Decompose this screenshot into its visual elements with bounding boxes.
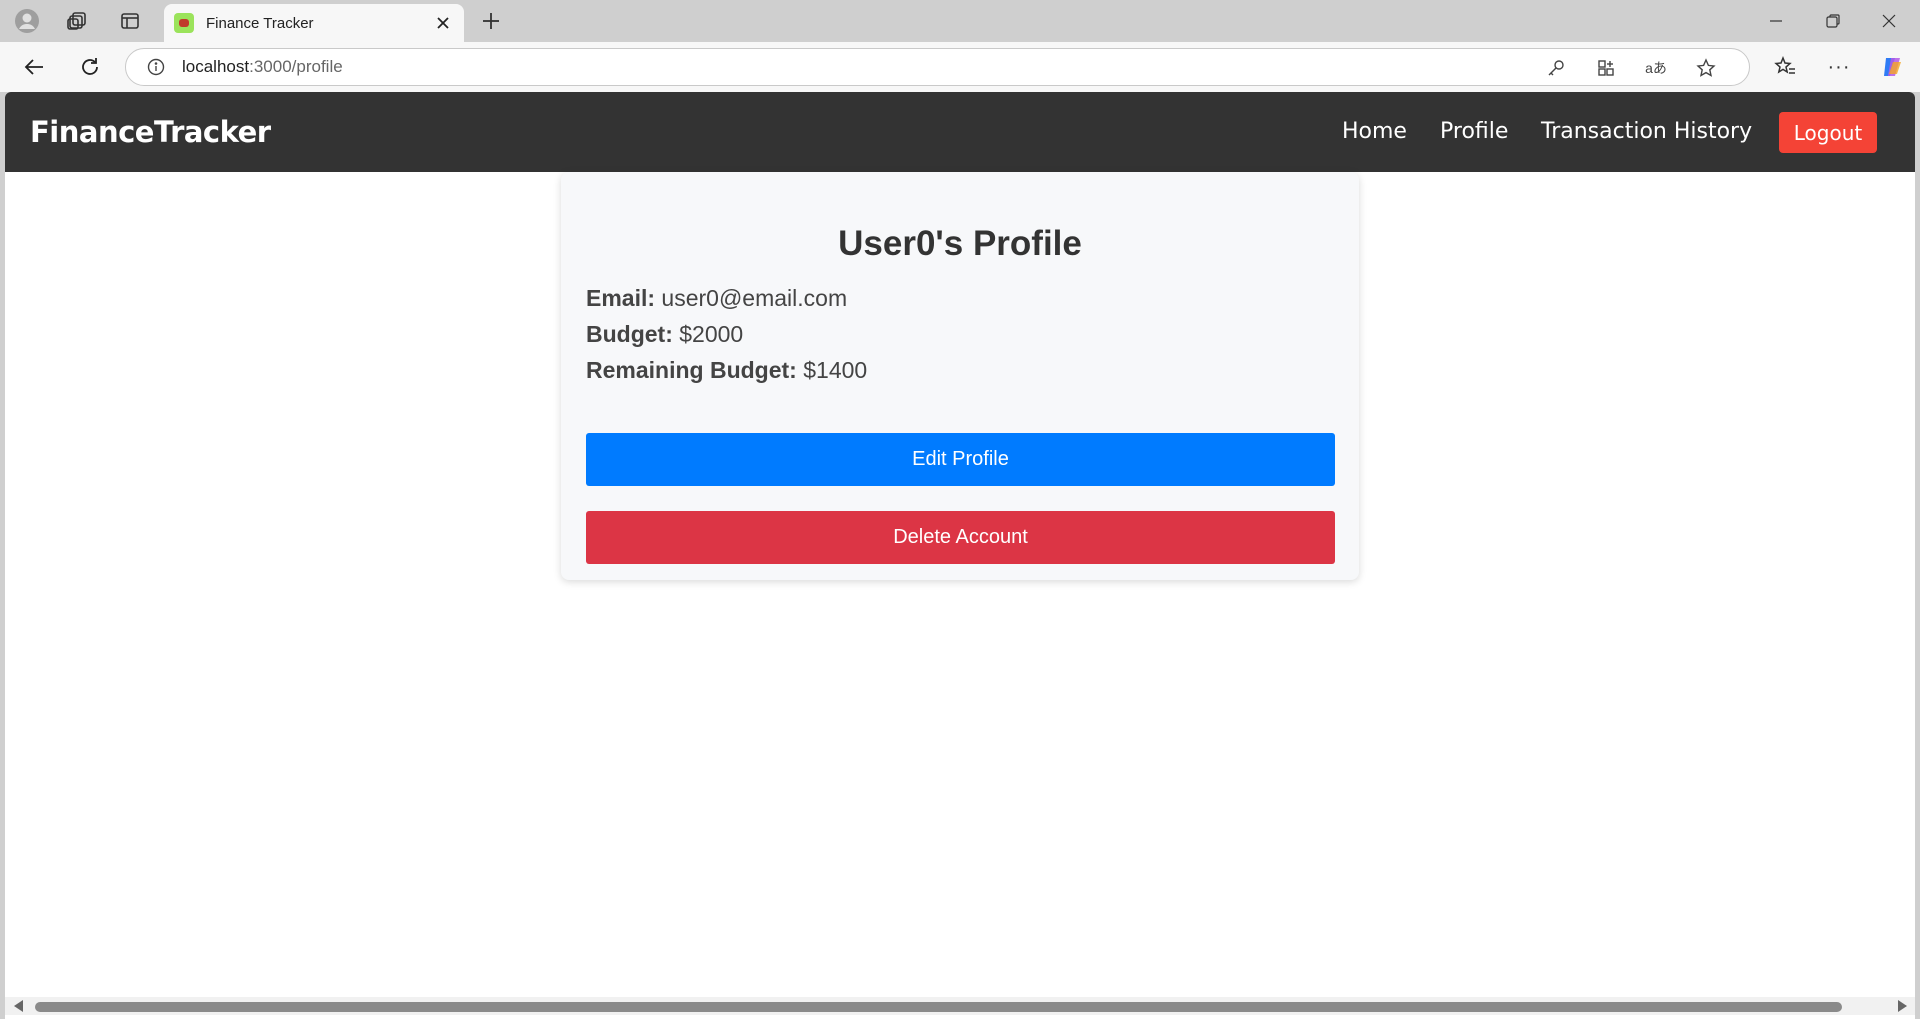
brand-logo[interactable]: FinanceTracker bbox=[30, 115, 271, 149]
info-icon[interactable] bbox=[146, 57, 166, 77]
email-row: Email: user0@email.com bbox=[586, 285, 847, 312]
app-grid-icon[interactable] bbox=[1592, 54, 1620, 82]
site-navbar: FinanceTracker Home Profile Transaction … bbox=[5, 92, 1915, 172]
page-viewport: FinanceTracker Home Profile Transaction … bbox=[5, 92, 1915, 1019]
profile-card: User0's Profile Email: user0@email.com B… bbox=[561, 172, 1359, 580]
window-close-icon[interactable] bbox=[1866, 6, 1912, 36]
close-icon[interactable] bbox=[430, 10, 456, 36]
restore-icon[interactable] bbox=[1810, 6, 1856, 36]
budget-row: Budget: $2000 bbox=[586, 321, 743, 348]
remaining-budget-row: Remaining Budget: $1400 bbox=[586, 357, 867, 384]
page-title: User0's Profile bbox=[838, 224, 1082, 263]
minimize-icon[interactable] bbox=[1753, 6, 1799, 36]
nav-link-home[interactable]: Home bbox=[1342, 119, 1407, 144]
remaining-budget-label: Remaining Budget: bbox=[586, 357, 797, 383]
logout-button[interactable]: Logout bbox=[1779, 112, 1877, 153]
browser-toolbar: localhost:3000/profile aあ ··· bbox=[0, 42, 1920, 92]
copilot-icon[interactable] bbox=[1878, 52, 1908, 82]
browser-tab[interactable]: Finance Tracker bbox=[164, 4, 464, 42]
budget-value: $2000 bbox=[679, 321, 744, 347]
person-icon[interactable] bbox=[12, 6, 42, 36]
workspaces-icon[interactable] bbox=[62, 6, 92, 36]
budget-label: Budget: bbox=[586, 321, 673, 347]
back-arrow-icon[interactable] bbox=[18, 51, 50, 83]
scroll-left-icon[interactable] bbox=[14, 1000, 23, 1012]
star-icon[interactable] bbox=[1692, 54, 1720, 82]
address-bar[interactable]: localhost:3000/profile aあ bbox=[125, 48, 1750, 86]
edit-profile-button[interactable]: Edit Profile bbox=[586, 433, 1335, 486]
reload-icon[interactable] bbox=[74, 51, 106, 83]
email-label: Email: bbox=[586, 285, 656, 311]
more-icon[interactable]: ··· bbox=[1824, 52, 1854, 82]
nav-link-transaction-history[interactable]: Transaction History bbox=[1541, 119, 1752, 144]
favorites-icon[interactable] bbox=[1770, 52, 1800, 82]
plus-icon[interactable] bbox=[476, 6, 506, 36]
translate-icon[interactable]: aあ bbox=[1642, 54, 1670, 82]
scroll-right-icon[interactable] bbox=[1898, 1000, 1907, 1012]
nav-link-profile[interactable]: Profile bbox=[1440, 119, 1508, 144]
scrollbar-thumb[interactable] bbox=[35, 1002, 1842, 1012]
tab-favicon bbox=[174, 13, 194, 33]
url-text: localhost:3000/profile bbox=[182, 57, 343, 76]
tab-actions-icon[interactable] bbox=[115, 6, 145, 36]
delete-account-button[interactable]: Delete Account bbox=[586, 511, 1335, 564]
email-value: user0@email.com bbox=[661, 285, 848, 311]
horizontal-scrollbar[interactable] bbox=[5, 997, 1915, 1015]
key-icon[interactable] bbox=[1542, 54, 1570, 82]
remaining-budget-value: $1400 bbox=[803, 357, 868, 383]
tab-title: Finance Tracker bbox=[206, 14, 314, 32]
browser-tabbar: Finance Tracker bbox=[0, 0, 1920, 42]
